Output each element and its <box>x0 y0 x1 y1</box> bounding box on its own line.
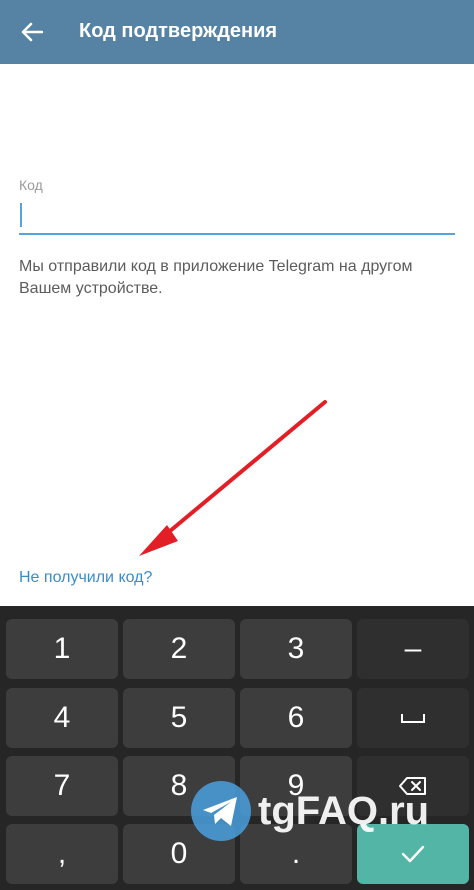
key-3[interactable]: 3 <box>240 619 352 679</box>
key-5[interactable]: 5 <box>123 688 235 748</box>
checkmark-icon <box>401 845 425 863</box>
key-9[interactable]: 9 <box>240 756 352 816</box>
back-button[interactable] <box>12 12 52 52</box>
page-title: Код подтверждения <box>79 20 278 42</box>
key-1[interactable]: 1 <box>6 619 118 679</box>
resend-code-link[interactable]: Не получили код? <box>19 569 152 587</box>
key-2[interactable]: 2 <box>123 619 235 679</box>
info-text: Мы отправили код в приложение Telegram н… <box>19 258 413 297</box>
arrow-left-icon <box>21 22 43 42</box>
key-4[interactable]: 4 <box>6 688 118 748</box>
key-8[interactable]: 8 <box>123 756 235 816</box>
key-minus[interactable]: – <box>357 619 469 679</box>
key-done[interactable] <box>357 824 469 884</box>
key-0[interactable]: 0 <box>123 824 235 884</box>
code-input[interactable] <box>19 198 455 235</box>
key-space[interactable] <box>357 688 469 748</box>
key-7[interactable]: 7 <box>6 756 118 816</box>
key-comma[interactable]: , <box>6 824 118 884</box>
space-bar-icon <box>401 714 425 723</box>
backspace-icon <box>399 777 426 795</box>
key-backspace[interactable] <box>357 756 469 816</box>
key-dot[interactable]: . <box>240 824 352 884</box>
numeric-keypad: 1 2 3 – 4 5 6 7 8 9 , 0 . <box>0 606 474 890</box>
app-header: Код подтверждения <box>0 0 474 64</box>
key-6[interactable]: 6 <box>240 688 352 748</box>
text-caret <box>20 203 22 227</box>
code-field-label: Код <box>19 177 43 193</box>
